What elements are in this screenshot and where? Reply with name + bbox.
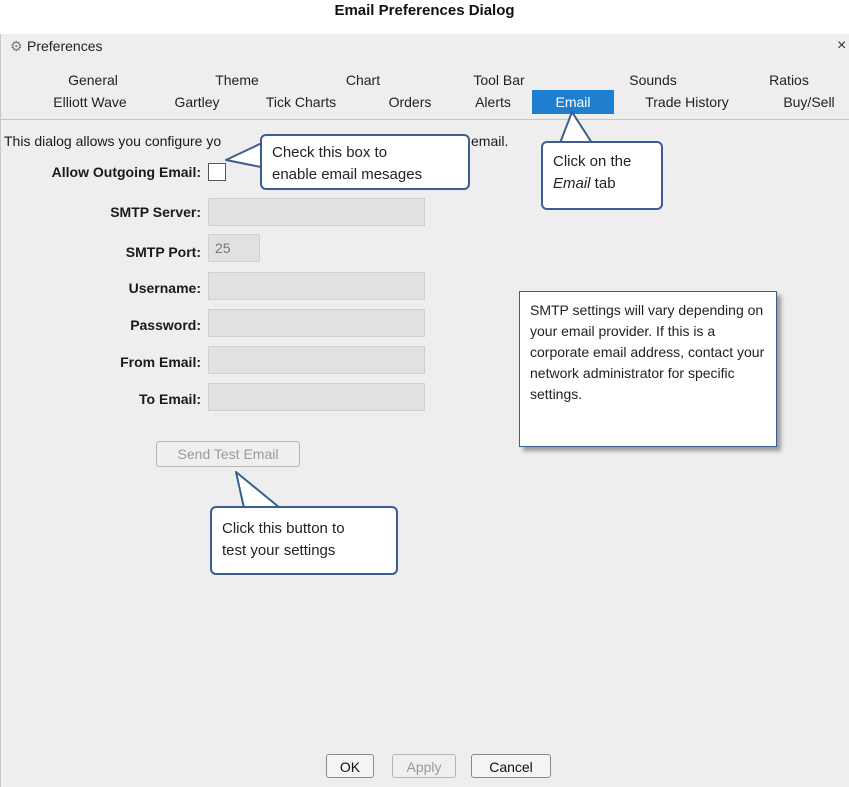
button-callout-line2: test your settings — [222, 542, 336, 559]
tab-callout-italic: Email — [553, 175, 591, 192]
button-callout-pointer — [235, 471, 281, 509]
smtp-settings-note: SMTP settings will vary depending on you… — [519, 291, 777, 447]
test-button-callout: Click this button to test your settings — [210, 506, 398, 575]
tab-callout-pointer — [559, 111, 593, 144]
tab-callout-line1: Click on the — [553, 153, 632, 170]
button-callout-line1: Click this button to — [222, 520, 345, 537]
checkbox-callout-line2: enable email mesages — [272, 166, 423, 183]
tab-callout-line2: Email tab — [553, 173, 651, 195]
checkbox-callout: Check this box to enable email mesages — [260, 134, 470, 190]
tab-callout-rest: tab — [590, 175, 616, 192]
email-tab-callout: Click on the Email tab — [541, 141, 663, 210]
checkbox-callout-line1: Check this box to — [272, 144, 388, 161]
